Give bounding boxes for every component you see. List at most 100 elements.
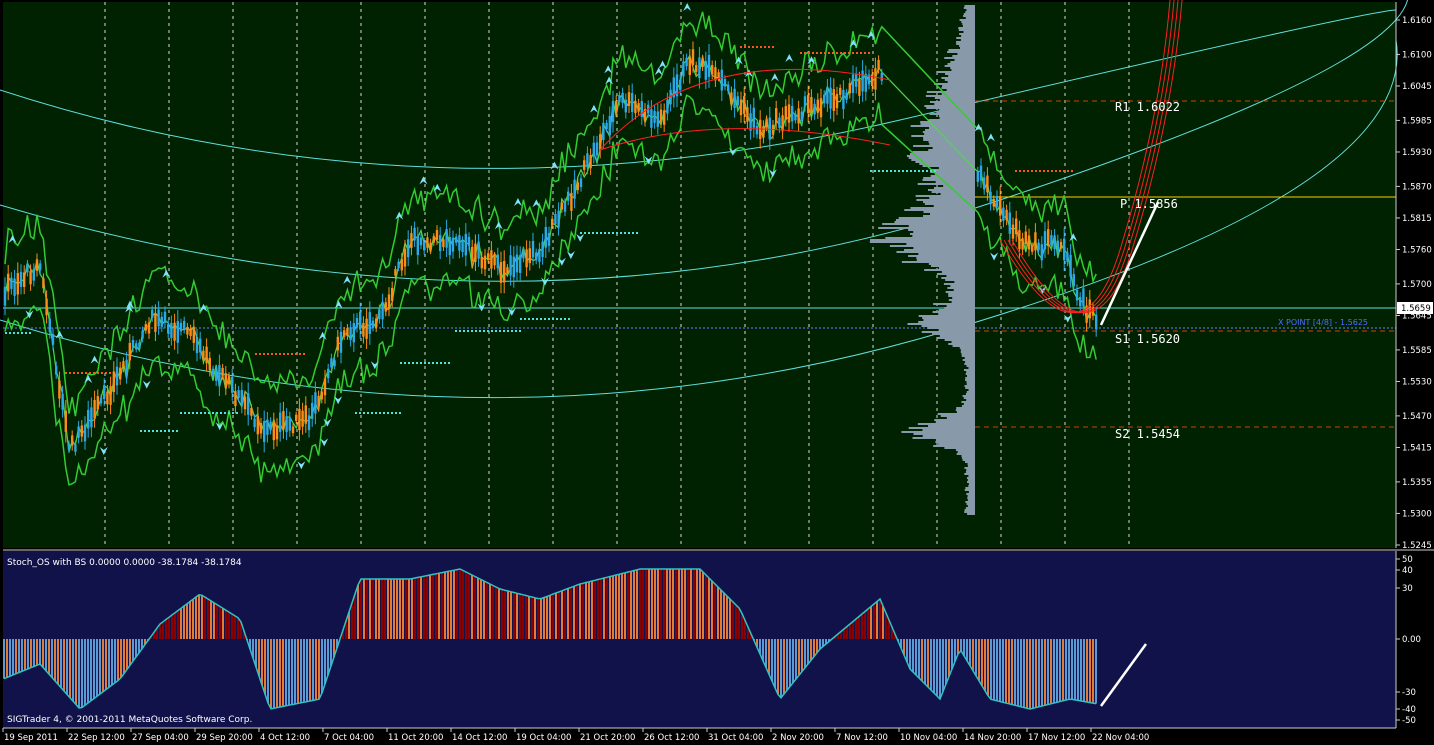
histogram-bar <box>1017 639 1019 706</box>
trail-dot <box>85 372 87 374</box>
profile-bar <box>934 97 975 99</box>
candle-body <box>877 59 880 70</box>
trail-dot <box>428 362 430 364</box>
trail-dot <box>228 412 230 414</box>
trail-dot <box>828 52 830 54</box>
candle-body <box>192 327 195 343</box>
candle-body <box>535 252 538 261</box>
trail-dot <box>1047 170 1049 172</box>
profile-bar <box>922 435 975 437</box>
histogram-bar <box>936 639 938 696</box>
profile-bar <box>922 165 975 167</box>
trail-dot <box>898 170 900 172</box>
profile-bar <box>870 239 975 241</box>
histogram-bar <box>93 639 95 699</box>
profile-bar <box>903 249 975 251</box>
histogram-bar <box>198 594 200 639</box>
candle-body <box>567 191 570 201</box>
histogram-bar <box>54 639 56 681</box>
time-tick-label: 10 Nov 04:00 <box>900 733 957 743</box>
candle-body <box>413 227 416 241</box>
histogram-bar <box>480 579 482 639</box>
histogram-bar <box>213 602 215 639</box>
histogram-bar <box>1068 639 1070 700</box>
candle-body <box>455 236 458 243</box>
trail-dot <box>73 372 75 374</box>
candle-body <box>1066 252 1069 262</box>
candle-body <box>493 256 496 266</box>
candle-body <box>1082 288 1085 307</box>
trail-dot <box>263 353 265 355</box>
candle-body <box>666 99 669 114</box>
time-tick-label: 21 Oct 20:00 <box>580 733 635 743</box>
profile-bar <box>933 187 975 189</box>
trail-dot <box>81 372 83 374</box>
trail-dot <box>592 232 594 234</box>
histogram-bar <box>189 601 191 639</box>
indicator-tick-label: 30 <box>1402 584 1413 594</box>
profile-bar <box>965 501 975 503</box>
indicator-tick-label: -30 <box>1402 688 1416 698</box>
candle-body <box>141 330 144 339</box>
histogram-bar <box>273 639 275 709</box>
histogram-bar <box>45 639 47 671</box>
profile-bar <box>967 463 975 465</box>
profile-bar <box>962 23 975 25</box>
candle-body <box>813 103 816 115</box>
histogram-bar <box>1041 639 1043 706</box>
profile-bar <box>933 303 975 305</box>
profile-bar <box>960 351 975 353</box>
candle-body <box>800 111 803 122</box>
candle-body <box>227 376 231 385</box>
candle-body <box>199 338 202 353</box>
trail-dot <box>404 362 406 364</box>
histogram-bar <box>1029 639 1031 709</box>
chart-window[interactable]: R1 1.6022 P 1.5856 S1 1.5620 S2 1.5454 X… <box>0 0 1434 745</box>
histogram-bar <box>669 569 671 639</box>
histogram-bar <box>123 639 125 674</box>
profile-bar <box>967 495 975 497</box>
histogram-bar <box>798 639 800 676</box>
candle-body <box>90 407 93 428</box>
profile-bar <box>964 357 975 359</box>
trail-dot <box>152 430 154 432</box>
candle-body <box>384 302 387 312</box>
histogram-bar <box>813 639 815 657</box>
histogram-bar <box>225 610 227 639</box>
candle-body <box>688 57 691 76</box>
trail-dot <box>287 353 289 355</box>
candle-body <box>416 236 419 256</box>
profile-bar <box>913 231 975 233</box>
histogram-bar <box>1074 639 1076 700</box>
profile-bar <box>923 319 975 321</box>
candle-body <box>400 258 403 271</box>
histogram-bar <box>51 639 53 678</box>
indicator-tick-label: 40 <box>1402 566 1413 576</box>
trail-dot <box>536 318 538 320</box>
profile-bar <box>930 213 975 215</box>
profile-bar <box>950 61 975 63</box>
trail-dot <box>184 412 186 414</box>
trail-dot <box>236 412 238 414</box>
histogram-bar <box>705 575 707 639</box>
candle-body <box>291 426 295 434</box>
profile-bar <box>959 347 975 349</box>
candle-body <box>250 407 253 416</box>
trail-dot <box>208 412 210 414</box>
trail-dot <box>840 52 842 54</box>
profile-bar <box>946 305 975 307</box>
candle-body <box>791 105 794 122</box>
candle-body <box>1005 209 1008 221</box>
time-tick-label: 22 Sep 12:00 <box>68 733 125 743</box>
profile-bar <box>895 219 975 221</box>
histogram-bar <box>375 579 377 639</box>
histogram-bar <box>939 639 941 699</box>
histogram-bar <box>741 613 743 639</box>
trail-dot <box>148 430 150 432</box>
trail-dot <box>491 330 493 332</box>
profile-bar <box>927 327 975 329</box>
candle-body <box>547 232 551 246</box>
trail-dot <box>540 318 542 320</box>
profile-bar <box>958 29 975 31</box>
histogram-bar <box>492 585 494 639</box>
